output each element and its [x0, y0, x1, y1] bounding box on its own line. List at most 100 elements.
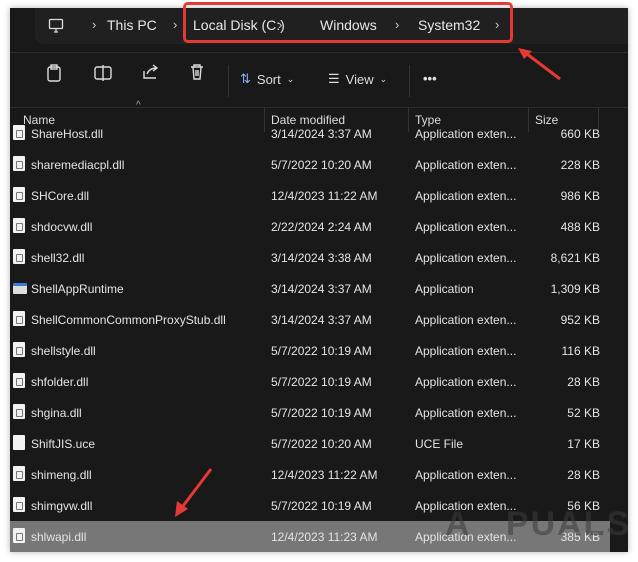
file-date: 3/14/2024 3:37 AM: [271, 127, 372, 141]
file-row[interactable]: shfolder.dll 5/7/2022 10:19 AM Applicati…: [10, 366, 610, 397]
file-name: ShellAppRuntime: [31, 282, 124, 296]
file-size: 488 KB: [560, 220, 600, 234]
file-type: UCE File: [415, 437, 464, 451]
dll-file-icon: [13, 156, 25, 171]
file-row[interactable]: shellstyle.dll 5/7/2022 10:19 AM Applica…: [10, 335, 610, 366]
file-name: shlwapi.dll: [31, 530, 87, 544]
file-row[interactable]: ShareHost.dll 3/14/2024 3:37 AM Applicat…: [10, 118, 610, 149]
rename-icon: [94, 65, 112, 81]
dll-file-icon: [13, 373, 25, 388]
file-date: 5/7/2022 10:20 AM: [271, 158, 372, 172]
file-size: 1,309 KB: [550, 282, 600, 296]
file-row[interactable]: shgina.dll 5/7/2022 10:19 AM Application…: [10, 397, 610, 428]
view-label: View: [345, 71, 374, 87]
file-name: shdocvw.dll: [31, 220, 93, 234]
breadcrumb-this-pc[interactable]: This PC: [107, 17, 157, 33]
file-name: sharemediacpl.dll: [31, 158, 125, 172]
sort-button[interactable]: ⇅ Sort ⌄: [240, 71, 294, 87]
path-highlight-box: [183, 2, 513, 43]
file-name: shellstyle.dll: [31, 344, 96, 358]
appuals-watermark: A PUALS: [445, 505, 632, 543]
file-type: Application exten...: [415, 406, 517, 420]
dll-file-icon: [13, 218, 25, 233]
file-size: 17 KB: [567, 437, 600, 451]
file-type: Application exten...: [415, 313, 517, 327]
file-row[interactable]: sharemediacpl.dll 5/7/2022 10:20 AM Appl…: [10, 149, 610, 180]
file-size: 28 KB: [567, 468, 600, 482]
file-explorer-window: › This PC › Local Disk (C:) › Windows › …: [10, 8, 628, 552]
dll-file-icon: [13, 466, 25, 481]
file-type: Application: [415, 282, 474, 296]
dll-file-icon: [13, 249, 25, 264]
chevron-right-icon: ›: [92, 17, 97, 32]
file-name: ShareHost.dll: [31, 127, 104, 141]
more-options-button[interactable]: •••: [423, 71, 437, 86]
file-date: 5/7/2022 10:19 AM: [271, 406, 372, 420]
file-name: shimgvw.dll: [31, 499, 93, 513]
share-button[interactable]: [141, 63, 159, 81]
file-name: ShiftJIS.uce: [31, 437, 96, 451]
dll-file-icon: [13, 342, 25, 357]
file-type: Application exten...: [415, 344, 517, 358]
dll-file-icon: [13, 404, 25, 419]
file-date: 5/7/2022 10:19 AM: [271, 499, 372, 513]
file-date: 2/22/2024 2:24 AM: [271, 220, 372, 234]
file-icon: [13, 435, 25, 450]
dll-file-icon: [13, 125, 25, 140]
file-date: 3/14/2024 3:37 AM: [271, 282, 372, 296]
computer-icon: [48, 18, 64, 33]
file-type: Application exten...: [415, 375, 517, 389]
file-name: ShellCommonCommonProxyStub.dll: [31, 313, 226, 327]
copy-button[interactable]: [46, 63, 62, 83]
chevron-down-icon: ⌄: [286, 73, 295, 84]
file-row[interactable]: ShellAppRuntime 3/14/2024 3:37 AM Applic…: [10, 273, 610, 304]
file-row[interactable]: shdocvw.dll 2/22/2024 2:24 AM Applicatio…: [10, 211, 610, 242]
application-icon: [13, 283, 27, 294]
share-icon: [143, 64, 159, 79]
file-row[interactable]: shimeng.dll 12/4/2023 11:22 AM Applicati…: [10, 459, 610, 490]
file-size: 52 KB: [567, 406, 600, 420]
file-name: shfolder.dll: [31, 375, 89, 389]
file-type: Application exten...: [415, 251, 517, 265]
file-date: 3/14/2024 3:37 AM: [271, 313, 372, 327]
file-type: Application exten...: [415, 158, 517, 172]
annotation-arrow-icon: [518, 48, 561, 81]
view-button[interactable]: ☰ View ⌄: [328, 71, 387, 87]
file-size: 8,621 KB: [550, 251, 600, 265]
file-row[interactable]: SHCore.dll 12/4/2023 11:22 AM Applicatio…: [10, 180, 610, 211]
file-date: 12/4/2023 11:23 AM: [271, 530, 378, 544]
file-name: SHCore.dll: [31, 189, 90, 203]
rename-button[interactable]: [93, 63, 113, 83]
file-date: 5/7/2022 10:19 AM: [271, 344, 372, 358]
dll-file-icon: [13, 497, 25, 512]
annotation-arrow-icon: [175, 468, 213, 517]
clipboard-icon: [47, 64, 61, 82]
file-row[interactable]: ShiftJIS.uce 5/7/2022 10:20 AM UCE File …: [10, 428, 610, 459]
file-type: Application exten...: [415, 127, 517, 141]
file-name: shgina.dll: [31, 406, 82, 420]
chevron-right-icon: ›: [173, 17, 178, 32]
list-icon: ☰: [328, 71, 340, 86]
file-type: Application exten...: [415, 468, 517, 482]
file-date: 5/7/2022 10:20 AM: [271, 437, 372, 451]
file-date: 12/4/2023 11:22 AM: [271, 468, 378, 482]
file-size: 116 KB: [561, 344, 600, 358]
delete-button[interactable]: [189, 63, 205, 81]
file-row[interactable]: ShellCommonCommonProxyStub.dll 3/14/2024…: [10, 304, 610, 335]
file-size: 228 KB: [560, 158, 600, 172]
file-size: 952 KB: [560, 313, 600, 327]
dll-file-icon: [13, 311, 25, 326]
file-name: shimeng.dll: [31, 468, 92, 482]
dll-file-icon: [13, 187, 25, 202]
file-name: shell32.dll: [31, 251, 85, 265]
file-size: 28 KB: [567, 375, 600, 389]
file-type: Application exten...: [415, 220, 517, 234]
trash-icon: [191, 64, 203, 80]
sort-label: Sort: [256, 71, 281, 87]
file-size: 986 KB: [560, 189, 600, 203]
file-type: Application exten...: [415, 189, 517, 203]
sort-icon: ⇅: [240, 71, 251, 86]
sort-ascending-icon: ^: [136, 100, 141, 111]
file-row[interactable]: shell32.dll 3/14/2024 3:38 AM Applicatio…: [10, 242, 610, 273]
file-date: 3/14/2024 3:38 AM: [271, 251, 372, 265]
